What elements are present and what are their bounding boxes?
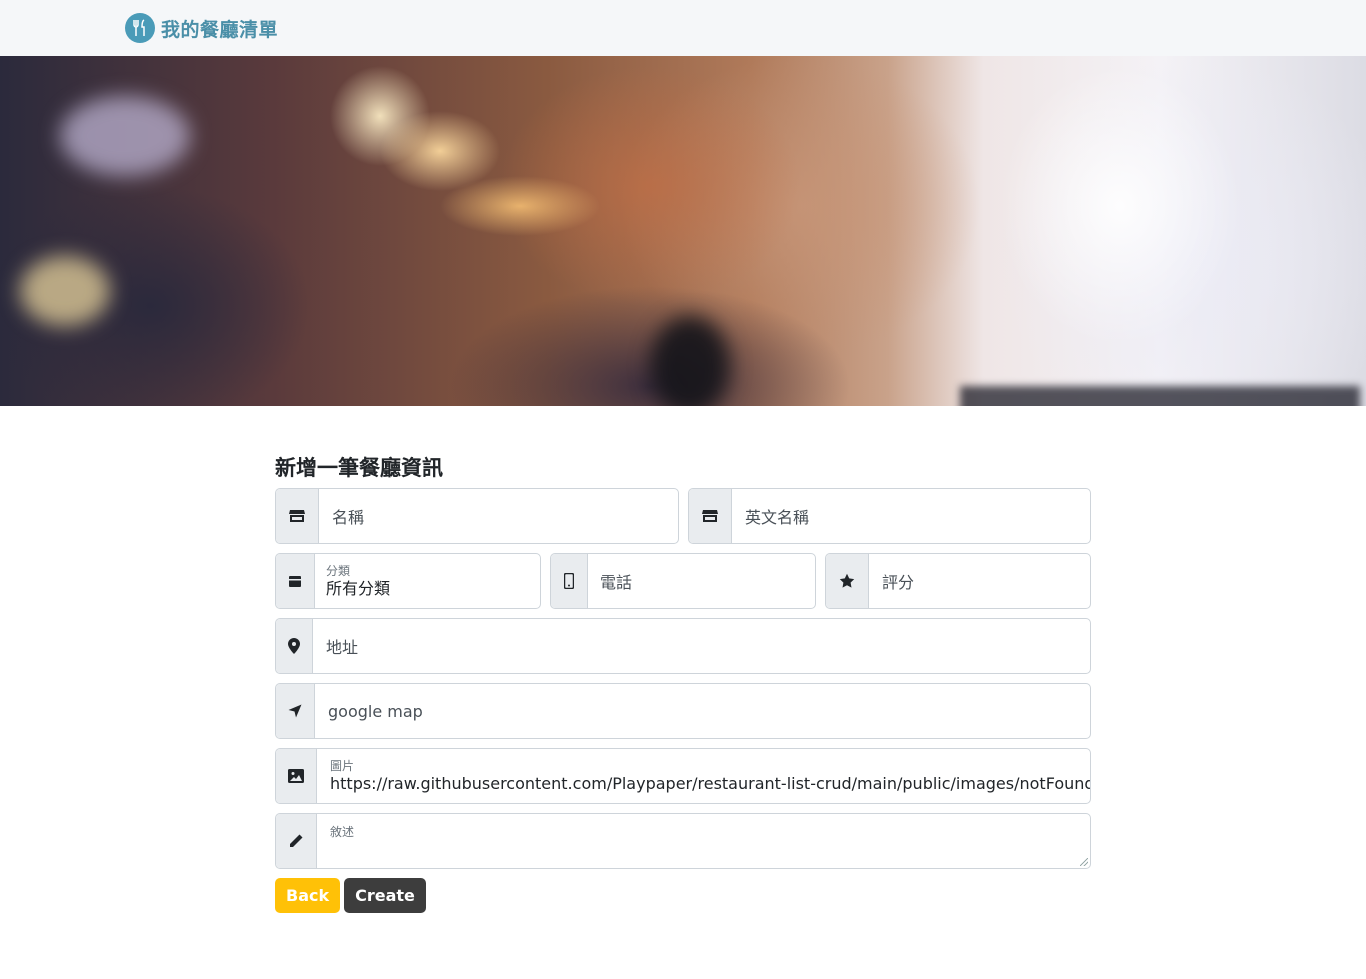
navbar: 我的餐廳清單 (0, 0, 1366, 56)
map-field-group: google map (275, 683, 1091, 739)
category-value: 所有分類 (326, 579, 391, 598)
name-en-input[interactable]: 英文名稱 (732, 489, 1090, 543)
star-icon (826, 554, 869, 608)
rating-field-group: 評分 (825, 553, 1091, 609)
map-input[interactable]: google map (315, 684, 1090, 738)
name-en-field-group: 英文名稱 (688, 488, 1091, 544)
image-icon (276, 749, 317, 803)
category-field-group: 分類 所有分類 (275, 553, 541, 609)
mobile-icon (551, 554, 588, 608)
address-input[interactable]: 地址 (313, 619, 1090, 673)
category-label: 分類 (326, 564, 351, 578)
utensils-icon (125, 13, 155, 43)
box-icon (276, 554, 315, 608)
pencil-icon (276, 814, 317, 868)
location-pin-icon (276, 619, 313, 673)
brand-link[interactable]: 我的餐廳清單 (125, 13, 278, 43)
description-field-group: 敘述 (275, 813, 1091, 869)
hero-banner (0, 56, 1366, 406)
image-field-group: 圖片 https://raw.githubusercontent.com/Pla… (275, 748, 1091, 804)
brand-title: 我的餐廳清單 (161, 18, 279, 41)
category-select[interactable]: 分類 所有分類 (315, 554, 540, 608)
create-form: 新增一筆餐廳資訊 名稱 英文名稱 分類 所有分類 電話 評分 地址 google… (275, 452, 1091, 913)
location-arrow-icon (276, 684, 315, 738)
name-field-group: 名稱 (275, 488, 679, 544)
phone-field-group: 電話 (550, 553, 816, 609)
name-input[interactable]: 名稱 (319, 489, 678, 543)
description-label: 敘述 (330, 825, 355, 839)
image-input[interactable]: 圖片 https://raw.githubusercontent.com/Pla… (317, 749, 1090, 803)
image-value: https://raw.githubusercontent.com/Playpa… (330, 774, 1090, 793)
resize-handle[interactable] (1080, 858, 1088, 866)
store-icon (276, 489, 319, 543)
description-textarea[interactable]: 敘述 (317, 814, 1090, 868)
address-field-group: 地址 (275, 618, 1091, 674)
phone-input[interactable]: 電話 (588, 554, 815, 608)
page-title: 新增一筆餐廳資訊 (275, 456, 443, 480)
image-label: 圖片 (330, 759, 355, 773)
back-button[interactable]: Back (275, 878, 341, 913)
rating-input[interactable]: 評分 (869, 554, 1090, 608)
store-icon (689, 489, 732, 543)
create-button[interactable]: Create (344, 878, 426, 913)
